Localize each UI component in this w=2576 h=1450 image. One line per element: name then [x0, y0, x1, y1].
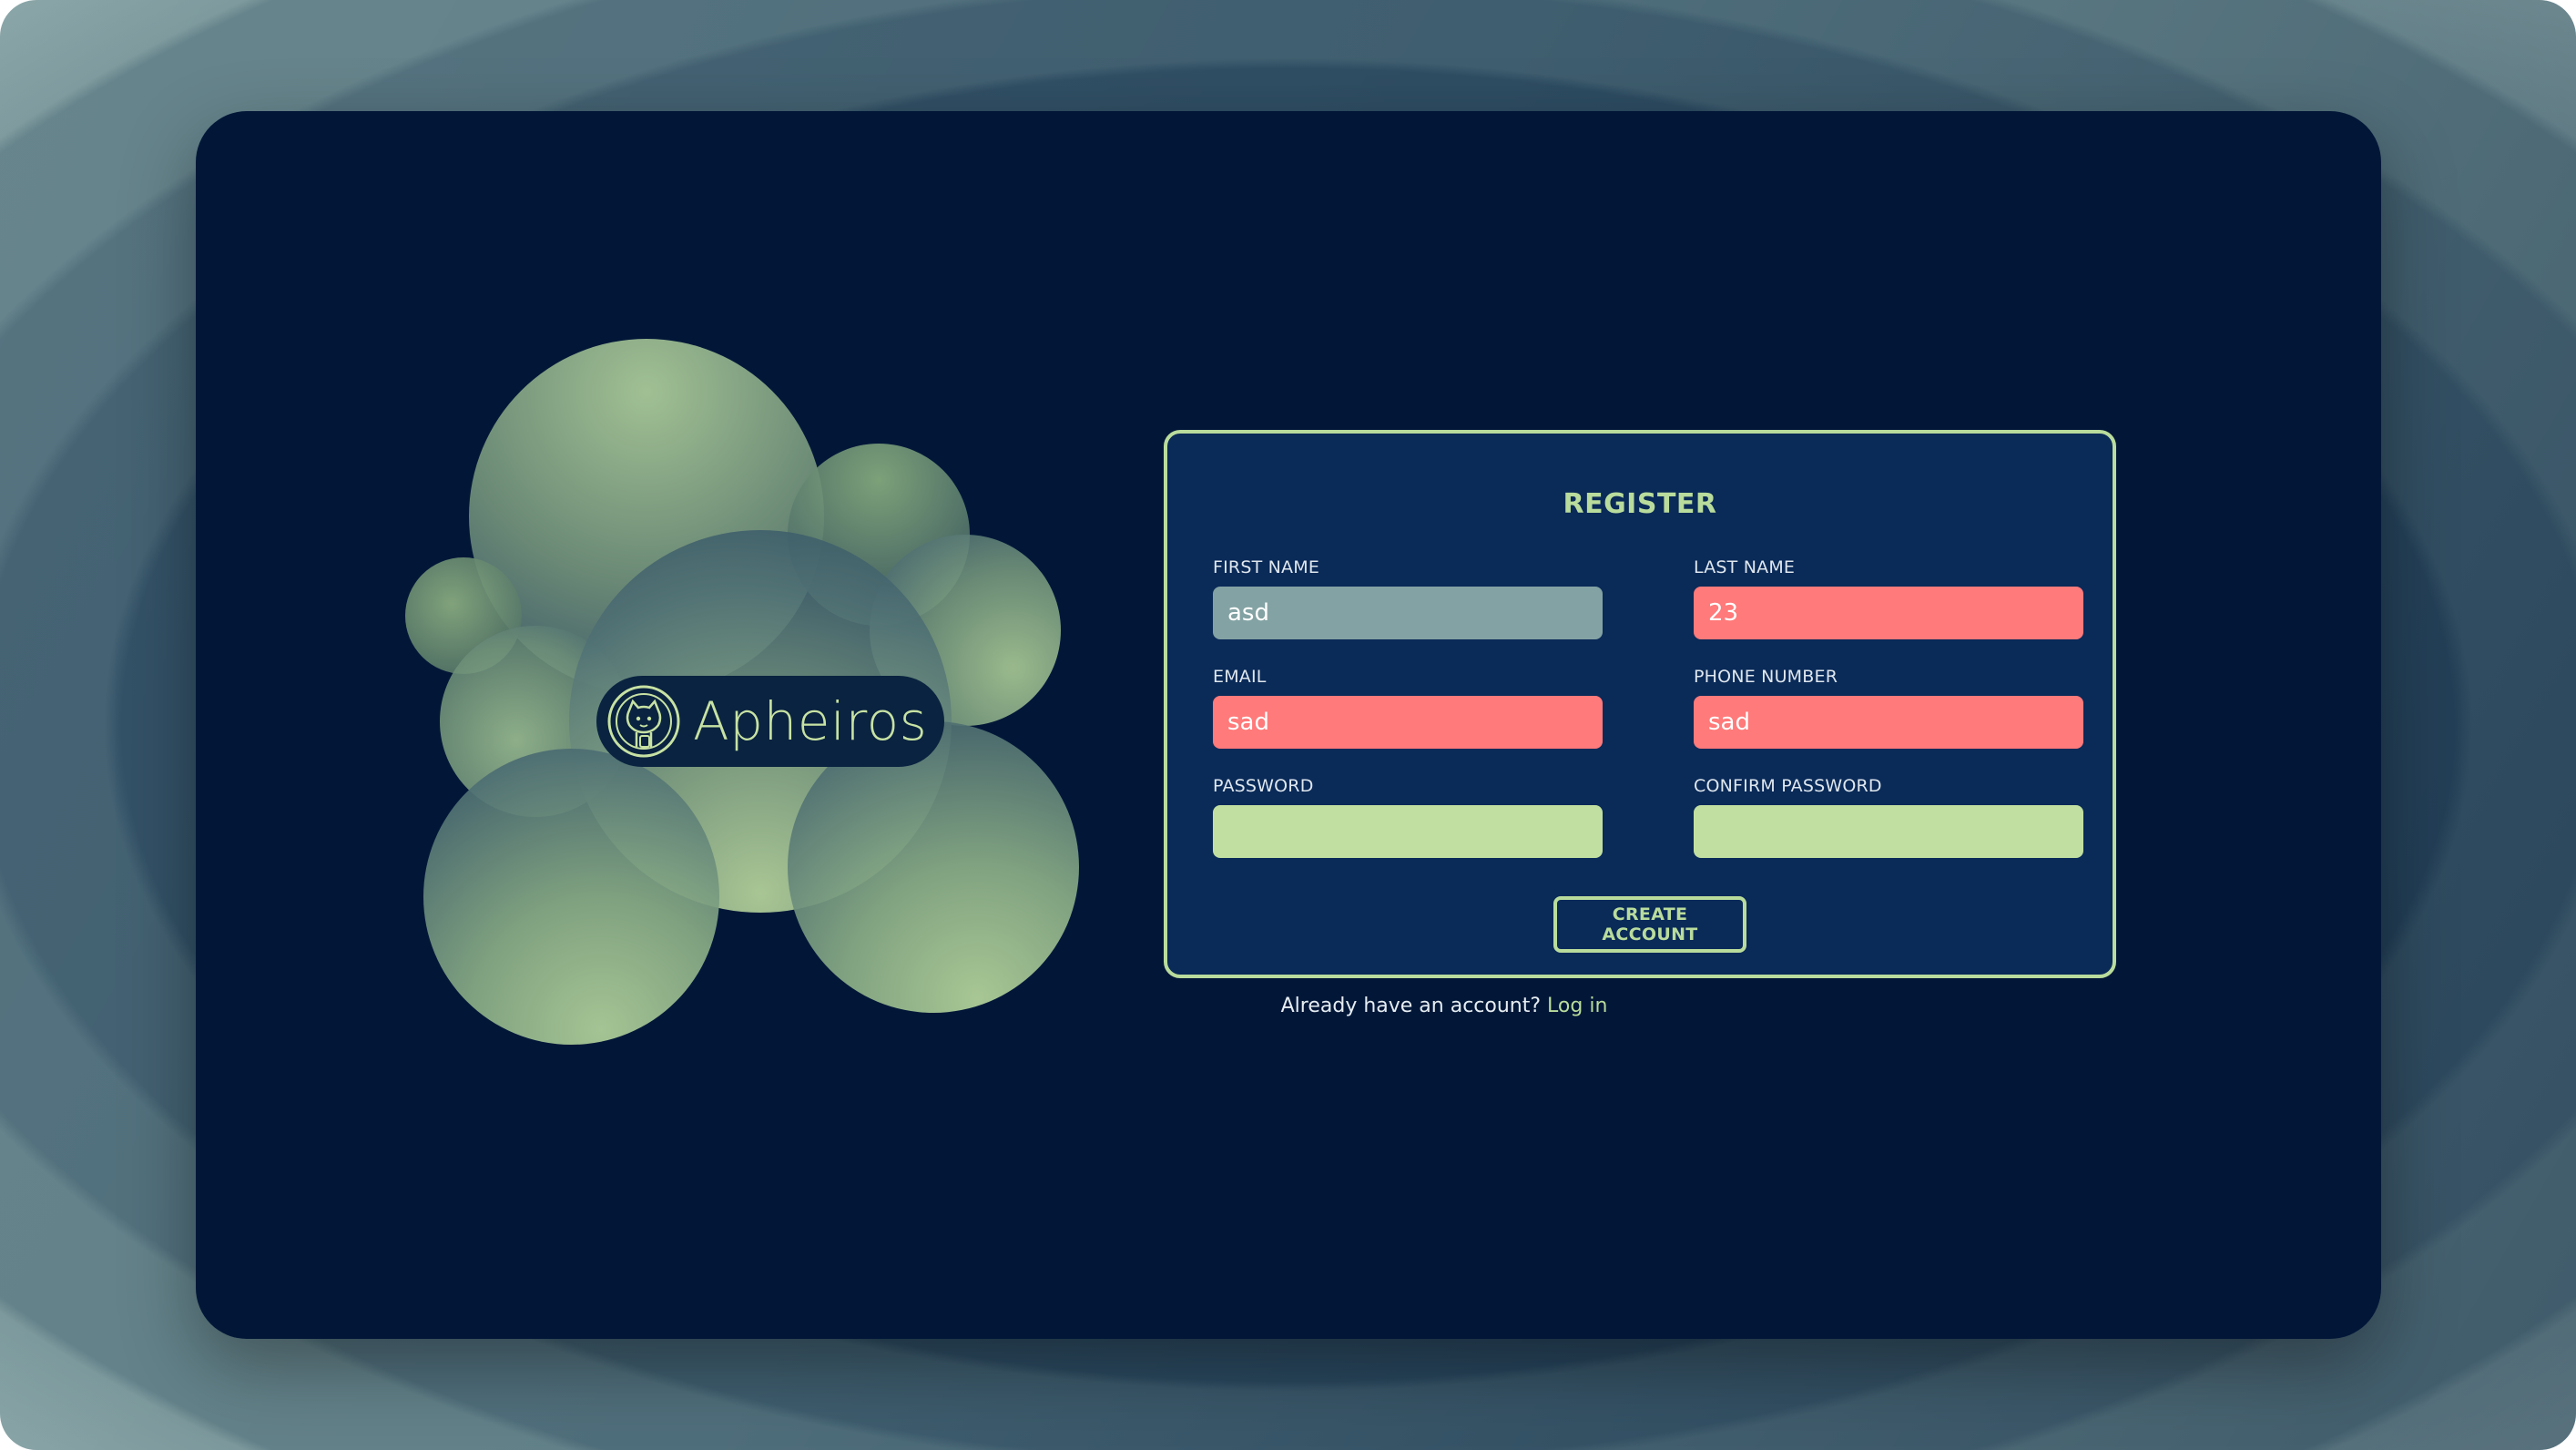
phone-field: PHONE NUMBER [1694, 667, 2083, 749]
confirm-password-field: CONFIRM PASSWORD [1694, 776, 2083, 858]
phone-label: PHONE NUMBER [1694, 667, 1838, 687]
bubble [423, 749, 719, 1045]
register-form: REGISTER FIRST NAME LAST NAME EMAIL PHON… [1164, 430, 2116, 978]
email-input[interactable] [1213, 696, 1603, 749]
email-field: EMAIL [1213, 667, 1603, 749]
brand-name: Apheiros [693, 690, 928, 752]
first-name-label: FIRST NAME [1213, 557, 1320, 577]
first-name-field: FIRST NAME [1213, 557, 1603, 639]
last-name-field: LAST NAME [1694, 557, 2083, 639]
last-name-label: LAST NAME [1694, 557, 1796, 577]
confirm-password-input[interactable] [1694, 805, 2083, 858]
octocat-icon [606, 683, 682, 760]
form-title: REGISTER [1563, 488, 1717, 520]
login-prompt: Already have an account? Log in [968, 995, 1920, 1017]
first-name-input[interactable] [1213, 587, 1603, 639]
password-field: PASSWORD [1213, 776, 1603, 858]
login-link[interactable]: Log in [1547, 995, 1607, 1017]
register-card: Apheiros REGISTER FIRST NAME LAST NAME E… [196, 111, 2381, 1339]
phone-input[interactable] [1694, 696, 2083, 749]
login-prompt-text: Already have an account? [1280, 995, 1542, 1017]
last-name-input[interactable] [1694, 587, 2083, 639]
brand-logo: Apheiros [596, 676, 944, 767]
password-label: PASSWORD [1213, 776, 1314, 796]
password-input[interactable] [1213, 805, 1603, 858]
email-label: EMAIL [1213, 667, 1267, 687]
create-account-button[interactable]: CREATE ACCOUNT [1553, 896, 1746, 953]
confirm-password-label: CONFIRM PASSWORD [1694, 776, 1882, 796]
